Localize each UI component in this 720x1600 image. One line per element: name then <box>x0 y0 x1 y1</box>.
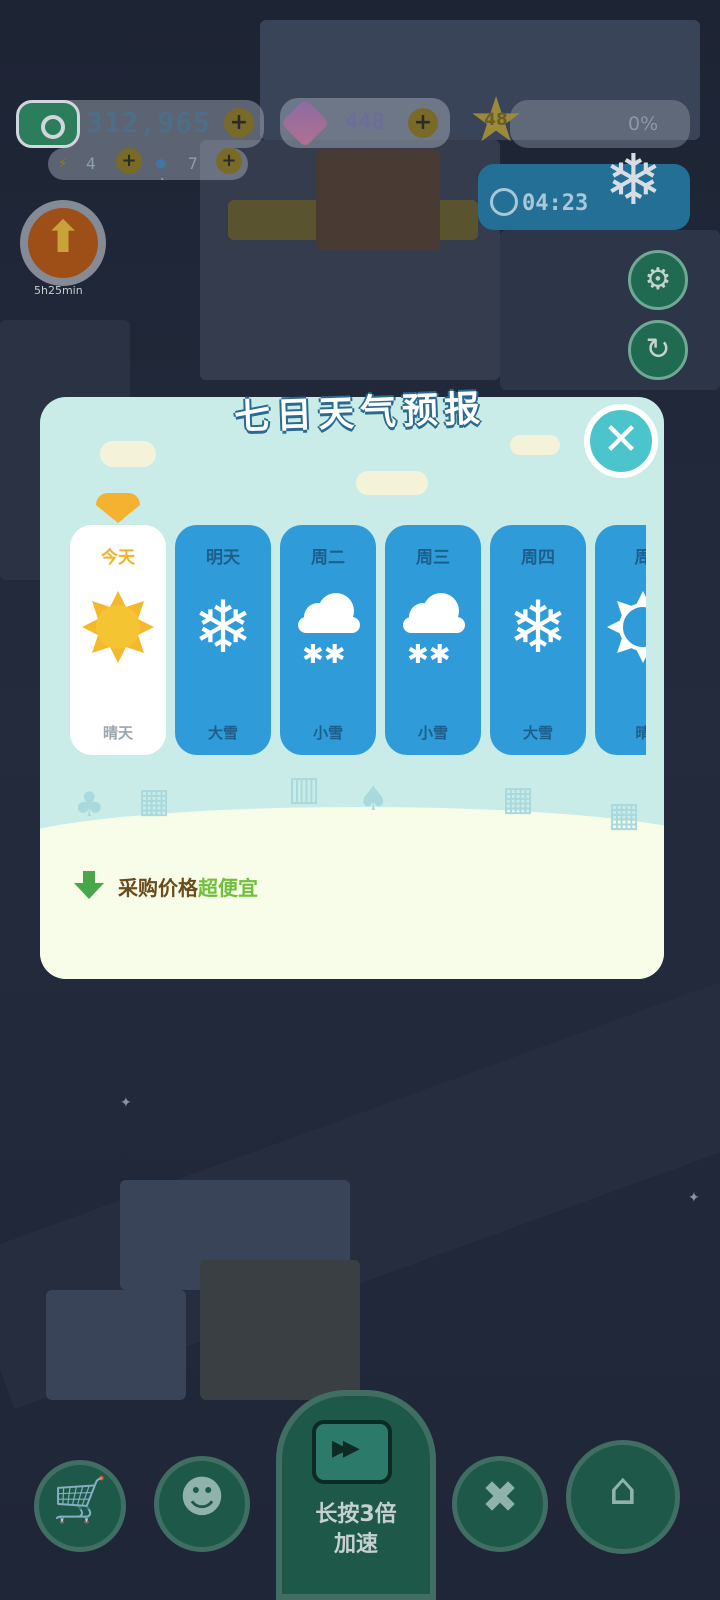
day-name: 今天 <box>101 548 135 568</box>
weather-label: 大雪 <box>522 724 553 742</box>
snow-particle: ✦ <box>688 1190 700 1206</box>
add-water-button[interactable]: + <box>216 148 242 174</box>
day-name: 周二 <box>311 548 345 568</box>
house-gear-icon: ⌂ <box>609 1464 637 1515</box>
building-decoration: ▦ <box>502 779 535 819</box>
boost-timer: 5h25min <box>34 284 83 297</box>
building-decoration: ▦ <box>138 781 171 821</box>
lightning-icon: ⚡ <box>58 153 68 172</box>
weather-label: 小雪 <box>312 724 343 742</box>
effect-text: 采购价格 <box>118 875 198 900</box>
kiosk-roof <box>46 1290 186 1400</box>
snow-cloud-icon: ✱✱ <box>280 587 376 677</box>
refresh-icon[interactable]: ↻ <box>628 320 688 380</box>
close-icon[interactable]: ✕ <box>584 404 658 478</box>
tree-decoration: ♠ <box>358 779 389 819</box>
store-front <box>200 1260 360 1400</box>
forecast-day[interactable]: 周二 ✱✱ 小雪 <box>280 525 376 755</box>
snow-particle: ✦ <box>120 1095 132 1111</box>
gem-value: 448 <box>345 110 385 135</box>
snowflake-icon: ❄ <box>604 139 663 221</box>
cloud-decoration <box>356 471 428 495</box>
forecast-day[interactable]: 周三 ✱✱ 小雪 <box>385 525 481 755</box>
cloud-decoration <box>510 435 560 455</box>
day-name: 周四 <box>521 548 555 568</box>
tv-fast-forward-icon <box>312 1420 392 1484</box>
add-money-button[interactable]: + <box>224 108 254 138</box>
add-gem-button[interactable]: + <box>408 108 438 138</box>
forecast-day-today[interactable]: 今天 晴天 <box>70 525 166 755</box>
speed-up-label-line2: 加速 <box>333 1532 378 1557</box>
cart-icon: 🛒 <box>52 1475 108 1526</box>
clock-icon <box>490 188 518 216</box>
building-right <box>500 230 720 390</box>
smiley-icon: ☻ <box>179 1472 225 1523</box>
snowflake-icon: ❄ <box>192 585 254 669</box>
weather-label: 小雪 <box>417 724 448 742</box>
tree-decoration: ♣ <box>74 785 105 825</box>
day-name: 明天 <box>206 548 240 568</box>
svg-text:✱✱: ✱✱ <box>407 640 451 670</box>
speed-up-label: 长按3倍 加速 <box>276 1500 436 1560</box>
forecast-day[interactable]: 周 晴 <box>595 525 646 755</box>
building-decoration: ▦ <box>608 795 641 835</box>
add-energy-button[interactable]: + <box>116 148 142 174</box>
energy-value: 4 <box>86 154 96 173</box>
weather-label: 晴 <box>635 724 646 742</box>
cloud-decoration <box>100 441 156 467</box>
weather-label: 大雪 <box>207 724 238 742</box>
weather-effect-row: 采购价格 超便宜 <box>74 868 258 904</box>
water-value: 7 <box>188 154 198 173</box>
money-value: 312,965 <box>86 106 212 139</box>
sun-icon <box>595 587 646 677</box>
forecast-day[interactable]: 周四 ❄ 大雪 <box>490 525 586 755</box>
up-arrow-icon: ⬆ <box>44 212 82 263</box>
sun-icon <box>70 587 166 677</box>
level-value: 48 <box>484 110 508 130</box>
snow-cloud-icon: ✱✱ <box>385 587 481 677</box>
svg-text:✱✱: ✱✱ <box>302 640 346 670</box>
water-drop-icon: ● <box>156 153 166 172</box>
effect-highlight: 超便宜 <box>198 875 258 900</box>
snowflake-icon: ❄ <box>507 585 569 669</box>
day-name: 周 <box>634 548 647 568</box>
down-arrow-icon <box>74 871 104 901</box>
speed-up-label-line1: 长按3倍 <box>315 1502 397 1527</box>
timer-value: 04:23 <box>522 191 589 216</box>
settings-gear-icon[interactable]: ⚙ <box>628 250 688 310</box>
day-name: 周三 <box>416 548 450 568</box>
building-decoration: ▥ <box>288 769 321 809</box>
xp-progress-bar <box>510 100 690 148</box>
shop-window <box>316 150 440 250</box>
wrench-hammer-icon: ✖ <box>481 1472 519 1523</box>
xp-percent: 0% <box>628 113 659 135</box>
forecast-day[interactable]: 明天 ❄ 大雪 <box>175 525 271 755</box>
cash-icon <box>16 100 80 148</box>
forecast-day-list[interactable]: 今天 晴天 明天 ❄ 大雪 周二 ✱✱ 小雪 周三 ✱✱ 小雪 周四 ❄ 大雪 … <box>70 525 646 760</box>
weather-label: 晴天 <box>102 724 133 742</box>
